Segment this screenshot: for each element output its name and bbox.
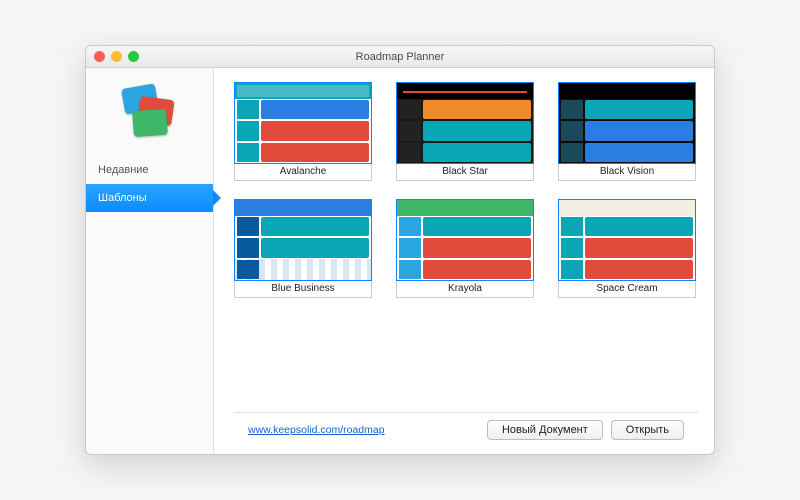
window-title: Roadmap Planner	[86, 51, 714, 63]
template-card[interactable]: Krayola	[396, 199, 534, 298]
template-name: Black Star	[396, 164, 534, 181]
app-window: Roadmap Planner Недавние Шаблоны	[85, 45, 715, 455]
new-document-button[interactable]: Новый Документ	[487, 420, 603, 440]
template-card[interactable]: Space Cream	[558, 199, 696, 298]
template-card[interactable]: Blue Business	[234, 199, 372, 298]
window-body: Недавние Шаблоны Avala	[86, 68, 714, 454]
template-card[interactable]: Black Vision	[558, 82, 696, 181]
template-name: Avalanche	[234, 164, 372, 181]
sidebar: Недавние Шаблоны	[86, 68, 214, 454]
template-card[interactable]: Black Star	[396, 82, 534, 181]
template-thumb	[396, 199, 534, 281]
template-thumb	[558, 199, 696, 281]
template-grid: Avalanche Black Star	[234, 82, 698, 412]
template-thumb	[234, 82, 372, 164]
website-link[interactable]: www.keepsolid.com/roadmap	[248, 424, 385, 436]
sidebar-item-templates[interactable]: Шаблоны	[86, 184, 213, 212]
template-card[interactable]: Avalanche	[234, 82, 372, 181]
titlebar: Roadmap Planner	[86, 46, 714, 68]
sidebar-item-label: Шаблоны	[98, 192, 147, 204]
template-name: Black Vision	[558, 164, 696, 181]
open-button[interactable]: Открыть	[611, 420, 684, 440]
app-icon	[121, 84, 179, 142]
template-thumb	[234, 199, 372, 281]
sidebar-item-label: Недавние	[98, 164, 149, 176]
main-pane: Avalanche Black Star	[214, 68, 714, 454]
template-name: Space Cream	[558, 281, 696, 298]
template-thumb	[396, 82, 534, 164]
template-name: Blue Business	[234, 281, 372, 298]
template-thumb	[558, 82, 696, 164]
template-name: Krayola	[396, 281, 534, 298]
footer: www.keepsolid.com/roadmap Новый Документ…	[234, 412, 698, 446]
sidebar-item-recent[interactable]: Недавние	[86, 156, 213, 184]
